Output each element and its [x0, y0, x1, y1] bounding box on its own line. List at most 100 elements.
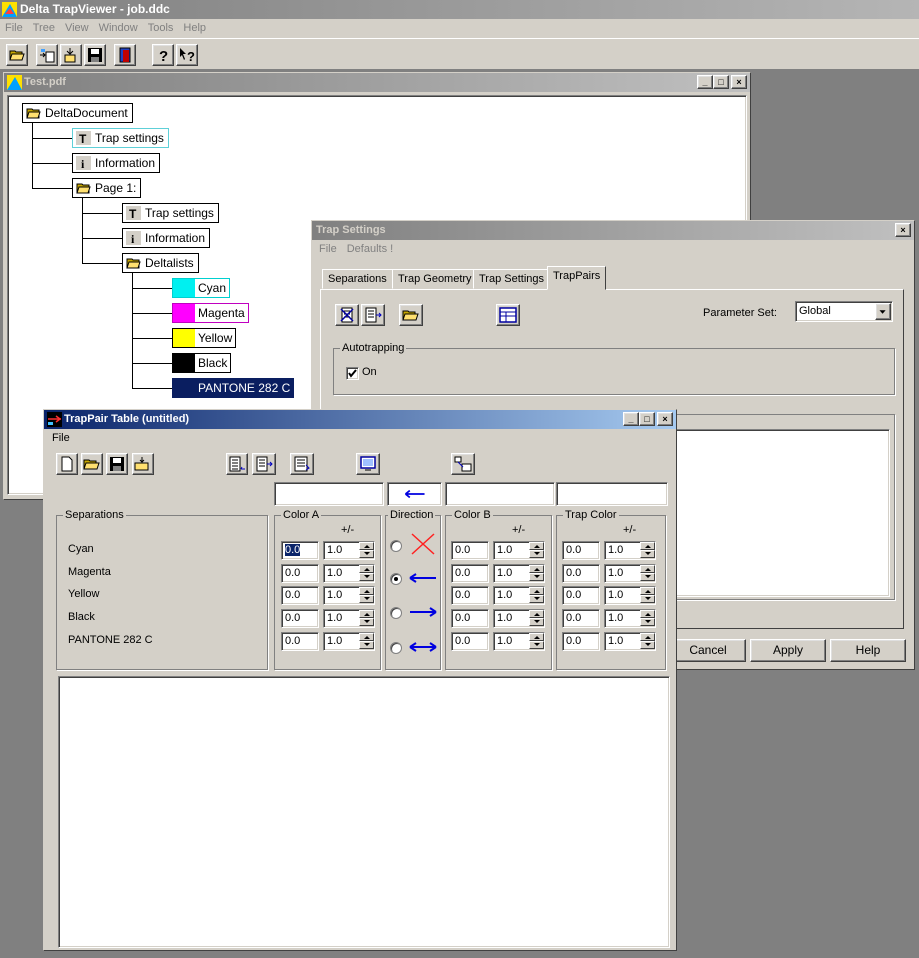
spin-down-icon[interactable] [640, 595, 655, 603]
menu-file[interactable]: File [314, 240, 342, 259]
tree-node-page[interactable]: Page 1: [72, 178, 142, 198]
spin-down-icon[interactable] [529, 573, 544, 581]
save-button[interactable] [84, 44, 106, 66]
spinner[interactable] [640, 633, 655, 650]
spinner[interactable] [529, 587, 544, 604]
spin-down-icon[interactable] [359, 641, 374, 649]
menu-help[interactable]: Help [178, 19, 211, 38]
spinner[interactable] [640, 587, 655, 604]
document-window-titlebar[interactable]: Test.pdf _ □ × [4, 73, 750, 92]
color-b-value-field[interactable]: 0.0 [451, 564, 489, 583]
apply-button[interactable]: Apply [750, 639, 826, 662]
tree-node-page-information[interactable]: i Information [122, 228, 211, 248]
trap-color-value-field[interactable]: 0.0 [562, 586, 600, 605]
open-folder-button[interactable] [6, 44, 28, 66]
trap-color-value-field[interactable]: 0.0 [562, 632, 600, 651]
spin-up-icon[interactable] [359, 587, 374, 595]
close-button[interactable]: × [731, 75, 747, 89]
spin-up-icon[interactable] [529, 610, 544, 618]
tree-node-page-trap-settings[interactable]: T Trap settings [122, 203, 219, 223]
context-help-button[interactable]: ? [176, 44, 198, 66]
dropdown-arrow-icon[interactable] [875, 303, 891, 320]
export-button[interactable] [60, 44, 82, 66]
color-a-value-field[interactable]: 0.0 [281, 632, 319, 651]
spinner[interactable] [529, 565, 544, 582]
tree-node-color-yellow[interactable]: Yellow [172, 328, 237, 348]
spin-down-icon[interactable] [359, 573, 374, 581]
direction-radio-arrow-right[interactable] [390, 607, 402, 619]
spinner[interactable] [359, 610, 374, 627]
spinner[interactable] [640, 610, 655, 627]
apply-pairs-button[interactable] [451, 453, 475, 475]
spin-down-icon[interactable] [359, 618, 374, 626]
spin-up-icon[interactable] [359, 565, 374, 573]
trap-color-value-field[interactable]: 0.0 [562, 541, 600, 560]
spin-up-icon[interactable] [640, 587, 655, 595]
edit-row-button[interactable] [290, 453, 314, 475]
spin-up-icon[interactable] [359, 542, 374, 550]
tree-node-root[interactable]: DeltaDocument [22, 103, 133, 123]
spinner[interactable] [359, 542, 374, 559]
spinner[interactable] [359, 633, 374, 650]
maximize-button[interactable]: □ [639, 412, 655, 426]
spinner[interactable] [359, 587, 374, 604]
tree-node-information[interactable]: i Information [72, 153, 161, 173]
insert-row-button[interactable] [226, 453, 248, 475]
parameter-set-select[interactable]: Global [795, 301, 893, 322]
trappair-list[interactable] [58, 676, 670, 948]
spin-up-icon[interactable] [359, 610, 374, 618]
minimize-button[interactable]: _ [697, 75, 713, 89]
color-b-value-field[interactable]: 0.0 [451, 609, 489, 628]
autotrapping-checkbox[interactable] [346, 367, 359, 380]
append-row-button[interactable] [252, 453, 276, 475]
tree-node-color-black[interactable]: Black [172, 353, 232, 373]
spin-down-icon[interactable] [640, 641, 655, 649]
spinner[interactable] [359, 565, 374, 582]
tree-node-color-magenta[interactable]: Magenta [172, 303, 249, 323]
spin-up-icon[interactable] [640, 610, 655, 618]
spinner[interactable] [529, 633, 544, 650]
spin-down-icon[interactable] [529, 550, 544, 558]
menu-view[interactable]: View [60, 19, 94, 38]
tab-trap-settings[interactable]: Trap Settings [473, 269, 551, 289]
direction-radio-arrow-left[interactable] [390, 573, 402, 585]
spin-down-icon[interactable] [359, 595, 374, 603]
tab-trappairs[interactable]: TrapPairs [547, 266, 607, 290]
menu-tools[interactable]: Tools [143, 19, 179, 38]
color-b-value-field[interactable]: 0.0 [451, 586, 489, 605]
spin-up-icon[interactable] [359, 633, 374, 641]
spin-down-icon[interactable] [640, 573, 655, 581]
color-a-value-field[interactable]: 0.0 [281, 609, 319, 628]
import-button[interactable] [36, 44, 58, 66]
spinner[interactable] [529, 610, 544, 627]
spin-up-icon[interactable] [529, 633, 544, 641]
display-button[interactable] [356, 453, 380, 475]
tab-trap-geometry[interactable]: Trap Geometry [392, 269, 478, 289]
open-folder-button[interactable] [399, 304, 423, 326]
color-a-value-field[interactable]: 0.0 [281, 541, 319, 560]
edit-list-button[interactable] [361, 304, 385, 326]
tab-separations[interactable]: Separations [322, 269, 393, 289]
menu-window[interactable]: Window [94, 19, 143, 38]
help-button[interactable]: ? [152, 44, 174, 66]
menu-file[interactable]: File [0, 19, 28, 38]
spin-up-icon[interactable] [640, 565, 655, 573]
tree-node-color-cyan[interactable]: Cyan [172, 278, 231, 298]
spin-up-icon[interactable] [640, 542, 655, 550]
spinner[interactable] [640, 565, 655, 582]
tree-node-trap-settings[interactable]: T Trap settings [72, 128, 169, 148]
spin-down-icon[interactable] [529, 595, 544, 603]
color-a-value-field[interactable]: 0.0 [281, 564, 319, 583]
cancel-button[interactable]: Cancel [670, 639, 746, 662]
trap-settings-titlebar[interactable]: Trap Settings × [312, 221, 914, 240]
direction-radio-none-x[interactable] [390, 540, 402, 552]
color-a-value-field[interactable]: 0.0 [281, 586, 319, 605]
menu-tree[interactable]: Tree [28, 19, 60, 38]
spin-up-icon[interactable] [529, 542, 544, 550]
spinner[interactable] [529, 542, 544, 559]
menu-defaults[interactable]: Defaults ! [342, 240, 398, 259]
delete-pair-button[interactable] [335, 304, 359, 326]
trappair-titlebar[interactable]: TrapPair Table (untitled) _ □ × [44, 410, 676, 429]
spin-down-icon[interactable] [359, 550, 374, 558]
spin-up-icon[interactable] [529, 565, 544, 573]
